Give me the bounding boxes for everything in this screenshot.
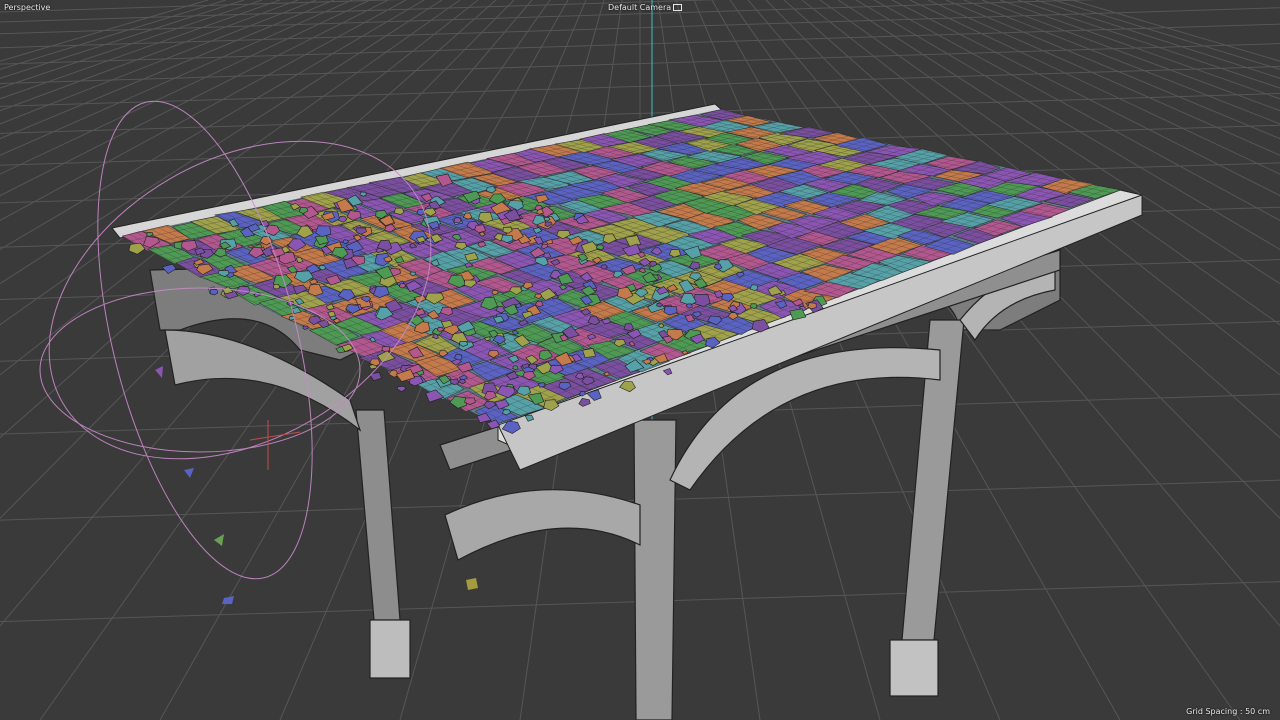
- camera-icon: [673, 4, 683, 11]
- rubble-chunk: [807, 302, 817, 310]
- rubble-chunk: [453, 217, 462, 224]
- 3d-viewport[interactable]: [0, 0, 1280, 720]
- pillar-base-front-left: [369, 619, 411, 679]
- pillar-base-right: [889, 639, 939, 697]
- rubble-chunk: [623, 323, 634, 332]
- rubble-chunk: [450, 378, 459, 386]
- camera-selector[interactable]: Default Camera: [608, 3, 683, 13]
- rubble-chunk: [537, 382, 546, 388]
- grid-spacing-readout: Grid Spacing : 50 cm: [1186, 707, 1270, 716]
- camera-name-label: Default Camera: [608, 3, 672, 12]
- pillar-center: [633, 419, 677, 720]
- view-name-label[interactable]: Perspective: [4, 3, 50, 13]
- rubble-chunk: [582, 348, 597, 359]
